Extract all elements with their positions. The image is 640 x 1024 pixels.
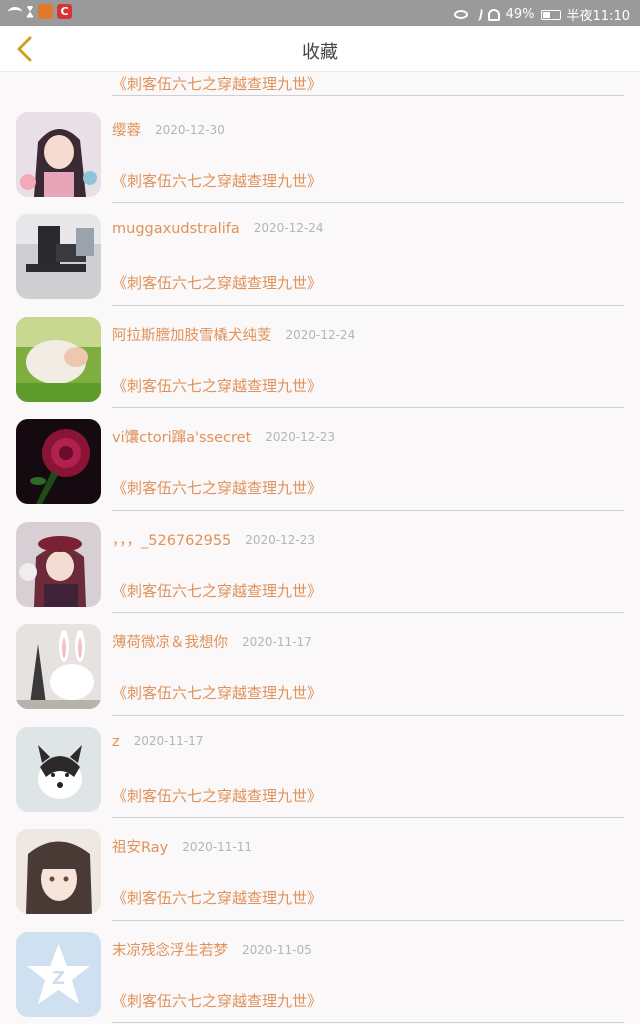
- username-text: 缨蓉: [112, 122, 141, 139]
- title-bar: 收藏: [0, 26, 640, 72]
- grass-photo-avatar[interactable]: [16, 316, 101, 402]
- couple-photo-avatar[interactable]: [16, 214, 101, 299]
- husky-avatar[interactable]: [16, 726, 101, 812]
- favorite-date: 2020-11-17: [133, 733, 204, 748]
- favorite-list-item[interactable]: z 2020-11-17 《刺客伍六七之穿越查理九世》: [0, 711, 640, 818]
- favorite-date: 2020-11-17: [242, 635, 312, 649]
- bluetooth-icon: [472, 8, 483, 21]
- username-text: vi馕ctori蹿a'ssecret: [112, 430, 252, 446]
- username[interactable]: 缨蓉 2020-12-30: [112, 119, 225, 140]
- favorite-date: 2020-12-23: [245, 532, 316, 547]
- c-app-icon: C: [57, 4, 72, 19]
- favorite-list-item[interactable]: vi馕ctori蹿a'ssecret 2020-12-23 《刺客伍六七之穿越查理九…: [0, 403, 640, 511]
- favorite-list-item[interactable]: 缨蓉 2020-12-30 《刺客伍六七之穿越查理九世》: [0, 96, 640, 203]
- favorite-date: 2020-11-05: [242, 942, 312, 957]
- username-text: 薄荷微凉＆我想你: [112, 635, 228, 651]
- anime-hat-girl-avatar[interactable]: [16, 521, 101, 607]
- mute-bell-icon: [487, 8, 500, 21]
- work-title-link[interactable]: 《刺客伍六七之穿越查理九世》: [112, 375, 322, 396]
- divider: [112, 1022, 624, 1023]
- favorite-date: 2020-12-24: [253, 221, 324, 235]
- status-bar: C 49% 半夜11:10: [0, 0, 640, 26]
- favorite-list-item[interactable]: 阿拉斯膪加肢雪橇犬纯芰 2020-12-24 《刺客伍六七之穿越查理九世》: [0, 301, 640, 408]
- username[interactable]: z 2020-11-17: [112, 734, 203, 750]
- status-right: 49% 半夜11:10: [453, 5, 630, 24]
- work-title-link[interactable]: 《刺客伍六七之穿越查理九世》: [112, 682, 322, 703]
- partial-list-item: 《刺客伍六七之穿越查理九世》: [112, 72, 624, 96]
- illustrated-girl-avatar[interactable]: [16, 829, 101, 914]
- anime-girl-avatar[interactable]: [16, 111, 101, 197]
- favorite-date: 2020-12-24: [285, 327, 356, 342]
- username[interactable]: muggaxudstralifa 2020-12-24: [112, 221, 323, 237]
- username-text: 阿拉斯膪加肢雪橇犬纯芰: [112, 327, 272, 344]
- work-title-link[interactable]: 《刺客伍六七之穿越查理九世》: [112, 73, 322, 94]
- username[interactable]: 阿拉斯膪加肢雪橇犬纯芰 2020-12-24: [112, 324, 355, 345]
- eye-comfort-icon: [453, 10, 468, 19]
- page-title: 收藏: [302, 42, 338, 63]
- username-text: muggaxudstralifa: [112, 221, 240, 237]
- favorite-list-item[interactable]: Z 末凉残念浮生若梦 2020-11-05 《刺客伍六七之穿越查理九世》: [0, 916, 640, 1023]
- username[interactable]: 祖安Ray 2020-11-11: [112, 836, 252, 857]
- work-title-link[interactable]: 《刺客伍六七之穿越查理九世》: [112, 785, 322, 806]
- favorite-list-item[interactable]: 祖安Ray 2020-11-11 《刺客伍六七之穿越查理九世》: [0, 813, 640, 921]
- username[interactable]: vi馕ctori蹿a'ssecret 2020-12-23: [112, 426, 335, 447]
- work-title-link[interactable]: 《刺客伍六七之穿越查理九世》: [112, 170, 322, 191]
- work-title-link[interactable]: 《刺客伍六七之穿越查理九世》: [112, 477, 322, 498]
- username[interactable]: ，，，_526762955 2020-12-23: [112, 529, 315, 550]
- favorite-list-item[interactable]: muggaxudstralifa 2020-12-24 《刺客伍六七之穿越查理九世》: [0, 198, 640, 306]
- wifi-icon: [8, 6, 22, 17]
- rose-avatar[interactable]: [16, 419, 101, 504]
- work-title-link[interactable]: 《刺客伍六七之穿越查理九世》: [112, 272, 322, 293]
- username-text: z: [112, 733, 120, 750]
- hourglass-icon: [26, 5, 34, 18]
- app-notification-icon: [38, 4, 53, 19]
- username[interactable]: 末凉残念浮生若梦 2020-11-05: [112, 939, 312, 960]
- username-text: 祖安Ray: [112, 840, 169, 856]
- favorite-date: 2020-12-30: [155, 122, 225, 137]
- battery-percent: 49%: [505, 7, 535, 22]
- favorite-date: 2020-11-11: [182, 840, 252, 854]
- username-text: ，，，_526762955: [112, 532, 232, 549]
- work-title-link[interactable]: 《刺客伍六七之穿越查理九世》: [112, 887, 322, 908]
- favorite-list-item[interactable]: ，，，_526762955 2020-12-23 《刺客伍六七之穿越查理九世》: [0, 506, 640, 613]
- svg-text:Z: Z: [52, 968, 65, 989]
- favorite-date: 2020-12-23: [265, 430, 336, 444]
- bunny-paris-avatar[interactable]: [16, 624, 101, 709]
- username-text: 末凉残念浮生若梦: [112, 942, 228, 959]
- favorite-list-item[interactable]: 薄荷微凉＆我想你 2020-11-17 《刺客伍六七之穿越查理九世》: [0, 608, 640, 716]
- work-title-link[interactable]: 《刺客伍六七之穿越查理九世》: [112, 580, 322, 601]
- work-title-link[interactable]: 《刺客伍六七之穿越查理九世》: [112, 990, 322, 1011]
- status-left: C: [8, 4, 72, 19]
- battery-icon: [540, 9, 561, 20]
- username[interactable]: 薄荷微凉＆我想你 2020-11-17: [112, 631, 312, 652]
- qq-default-avatar[interactable]: Z: [16, 931, 101, 1017]
- clock: 半夜11:10: [566, 9, 630, 24]
